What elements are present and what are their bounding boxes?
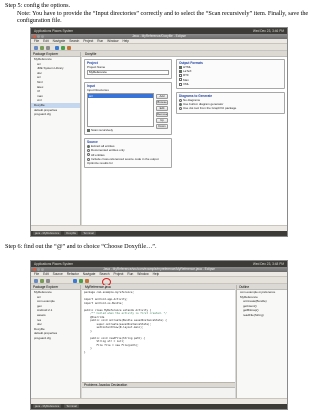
outline-panel: Outline com.example.myreference MyReferen… bbox=[236, 285, 287, 398]
up-button[interactable]: Up bbox=[156, 118, 168, 123]
package-explorer: Package Explorer MyReference src JRE Syste… bbox=[31, 52, 81, 225]
scan-recursively-checkbox[interactable] bbox=[87, 128, 90, 132]
menu-item-refactor[interactable]: Refactor bbox=[67, 272, 79, 276]
menu-item-help[interactable]: Help bbox=[122, 39, 129, 43]
save-icon[interactable] bbox=[40, 45, 44, 50]
save-icon[interactable] bbox=[40, 278, 44, 283]
input-directories-label: Input Directories bbox=[87, 88, 109, 92]
input-side-buttons: Add Browse Edit Remove Up Down bbox=[156, 94, 168, 130]
step5-heading: Step 5: config the options. bbox=[5, 2, 71, 9]
menu-item-run[interactable]: Run bbox=[97, 39, 103, 43]
run-icon[interactable] bbox=[61, 45, 65, 50]
output-format-xml[interactable]: XML bbox=[179, 82, 282, 86]
menu-item-search[interactable]: Search bbox=[99, 272, 109, 276]
problems-panel: Problems Javadoc Declaration bbox=[82, 382, 235, 398]
output-format-checkbox[interactable] bbox=[179, 82, 182, 86]
scan-recursively-label: Scan recursively bbox=[91, 128, 114, 132]
down-button[interactable]: Down bbox=[156, 124, 168, 129]
screenshot-choose-doxyfile: Applications Places System Wed Dec 23, 3… bbox=[30, 260, 288, 410]
tree-item[interactable]: proguard.cfg bbox=[31, 336, 80, 341]
window-title: Java - MyReference/src/com/example/myref… bbox=[103, 267, 215, 271]
taskbar-item[interactable]: Terminal bbox=[81, 231, 96, 235]
output-format-label: XML bbox=[183, 81, 190, 86]
source-group: Source Extract all entities Documented en… bbox=[84, 138, 172, 169]
menu-item-project[interactable]: Project bbox=[83, 39, 93, 43]
new-icon[interactable] bbox=[34, 278, 38, 283]
source-option-radio[interactable] bbox=[87, 153, 90, 157]
tab-doxyfile[interactable]: Doxyfile bbox=[82, 52, 287, 57]
project-name-label: Project Name bbox=[87, 65, 106, 69]
input-directory-entry[interactable]: src bbox=[88, 94, 153, 98]
remove-button[interactable]: Remove bbox=[156, 112, 168, 117]
optimize-label: Optimize results for bbox=[87, 161, 113, 166]
taskbar-item[interactable]: java - MyReference bbox=[33, 404, 62, 408]
tree-item[interactable]: proguard.cfg bbox=[31, 112, 80, 117]
doxygen-icon[interactable] bbox=[55, 45, 59, 50]
diagram-option-radio[interactable] bbox=[179, 107, 182, 111]
output-formats-group: Output Formats HTML LaTeX RTF Man XML bbox=[176, 59, 285, 90]
diagram-option-label: Use dot tool from the GraphViz package bbox=[183, 106, 237, 111]
toolbar bbox=[31, 44, 287, 51]
add-button[interactable]: Add bbox=[156, 94, 168, 99]
output-format-checkbox[interactable] bbox=[179, 78, 182, 82]
edit-button[interactable]: Edit bbox=[156, 106, 168, 111]
code-line: } bbox=[84, 350, 86, 354]
menu-item-help[interactable]: Help bbox=[153, 272, 160, 276]
menu-item-edit[interactable]: Edit bbox=[43, 39, 49, 43]
screenshot-doxyfile-config: Applications Places System Wed Dec 23, 3… bbox=[30, 27, 288, 237]
menu-item-edit[interactable]: Edit bbox=[43, 272, 49, 276]
output-format-checkbox[interactable] bbox=[179, 74, 182, 78]
step6-heading: Step 6: find out the “@” and to choice “… bbox=[5, 243, 157, 250]
menu-item-search[interactable]: Search bbox=[69, 39, 79, 43]
taskbar: java - MyReference Terminal bbox=[31, 404, 287, 409]
tab-problems[interactable]: Problems Javadoc Declaration bbox=[82, 383, 235, 388]
menu-item-run[interactable]: Run bbox=[127, 272, 133, 276]
run-icon[interactable] bbox=[79, 278, 83, 283]
debug-icon[interactable] bbox=[67, 45, 71, 50]
menu-item-file[interactable]: File bbox=[34, 272, 39, 276]
tab-java-file[interactable]: MyReference.java bbox=[82, 285, 235, 290]
step6-text: Step 6: find out the “@” and to choice “… bbox=[5, 243, 317, 251]
diagrams-group: Diagrams to Generate No diagrams Use buil… bbox=[176, 92, 285, 114]
menu-item-source[interactable]: Source bbox=[53, 272, 63, 276]
debug-icon[interactable] bbox=[85, 278, 89, 283]
step5-text: Step 5: config the options. Note: You ha… bbox=[5, 2, 317, 25]
menu-item-window[interactable]: Window bbox=[107, 39, 118, 43]
menu-item-navigate[interactable]: Navigate bbox=[53, 39, 66, 43]
source-option-radio[interactable] bbox=[87, 149, 90, 153]
project-name-input[interactable]: MyReference bbox=[87, 70, 169, 75]
toolbar bbox=[31, 277, 287, 284]
step5-note: Note: You have to provide the “Input dir… bbox=[17, 9, 309, 25]
doxyfile-editor: Doxyfile Project Project Name MyReferenc… bbox=[82, 52, 287, 225]
window-titlebar: Java - MyReference/src/com/example/myref… bbox=[31, 267, 287, 272]
config-left-column: Project Project Name MyReference Input I… bbox=[84, 59, 172, 223]
window-titlebar: Java - MyReference/Doxyfile - Eclipse bbox=[31, 34, 287, 39]
taskbar: java - MyReference Doxyfile Terminal bbox=[31, 231, 287, 236]
outline-item[interactable]: readFile(String) bbox=[237, 313, 287, 318]
print-icon[interactable] bbox=[46, 278, 50, 283]
menu-item-window[interactable]: Window bbox=[137, 272, 148, 276]
code-area[interactable]: package com.example.myreference; import … bbox=[84, 291, 233, 396]
menu-item-file[interactable]: File bbox=[34, 39, 39, 43]
print-icon[interactable] bbox=[46, 45, 50, 50]
project-group: Project Project Name MyReference bbox=[84, 59, 172, 79]
package-explorer: Package Explorer MyReference src com.examp… bbox=[31, 285, 81, 398]
taskbar-item[interactable]: java - MyReference bbox=[33, 231, 62, 235]
config-right-column: Output Formats HTML LaTeX RTF Man XML Diagra… bbox=[176, 59, 285, 223]
menu-item-navigate[interactable]: Navigate bbox=[83, 272, 96, 276]
input-group: Input Input Directories src Add Browse Edi… bbox=[84, 82, 172, 136]
window-title: Java - MyReference/Doxyfile - Eclipse bbox=[132, 34, 186, 38]
doxygen-at-icon[interactable] bbox=[73, 278, 77, 283]
input-directories-list[interactable]: src bbox=[87, 93, 154, 127]
diagram-option[interactable]: Use dot tool from the GraphViz package bbox=[179, 106, 282, 110]
menu-item-project[interactable]: Project bbox=[114, 272, 124, 276]
browse-button[interactable]: Browse bbox=[156, 100, 168, 105]
taskbar-item[interactable]: Doxyfile bbox=[64, 231, 79, 235]
taskbar-item[interactable]: Terminal bbox=[64, 404, 79, 408]
new-icon[interactable] bbox=[34, 45, 38, 50]
